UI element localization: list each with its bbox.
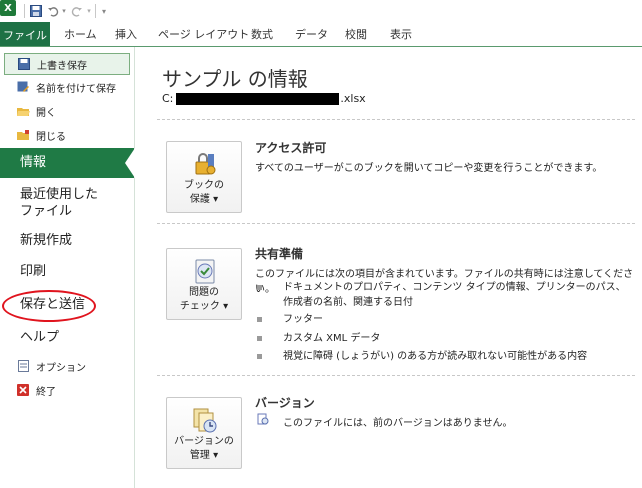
open-label: 開く (36, 107, 56, 119)
protect-workbook-label: ブックの 保護 ▾ (167, 179, 241, 207)
excel-logo-icon[interactable]: X (0, 0, 16, 16)
versions-title: バージョン (255, 396, 315, 410)
list-item-text: ドキュメントのプロパティ、コンテンツ タイプの情報、プリンターのパス、作成者の名… (283, 282, 626, 308)
save-as-icon (16, 80, 30, 94)
open-command[interactable]: 開く (4, 101, 128, 121)
backstage-nav: 上書き保存 名前を付けて保存 開く 閉じる 情報 最近使用した ファイル 新規作… (0, 47, 135, 488)
nav-recent-line2: ファイル (20, 204, 73, 219)
tab-formulas[interactable]: 数式 (251, 26, 273, 44)
tab-data[interactable]: データ (295, 26, 328, 44)
manage-versions-button[interactable]: バージョンの 管理 ▾ (166, 397, 242, 469)
file-path: C: .xlsx (162, 92, 366, 105)
open-folder-icon (16, 104, 30, 118)
redo-icon[interactable] (70, 3, 84, 19)
exit-label: 終了 (36, 386, 56, 398)
save-icon (17, 57, 31, 71)
permissions-title: アクセス許可 (255, 141, 327, 155)
options-command[interactable]: オプション (4, 356, 128, 376)
bullet-square (257, 354, 262, 359)
nav-recent-line1: 最近使用した (20, 187, 99, 202)
nav-print[interactable]: 印刷 (0, 263, 134, 281)
check-issues-label: 問題の チェック ▾ (167, 286, 241, 314)
section-divider (157, 223, 635, 224)
versions-label-line2: 管理 ▾ (189, 450, 219, 461)
tab-home[interactable]: ホーム (64, 26, 97, 44)
close-command[interactable]: 閉じる (4, 125, 128, 145)
list-item: 視覚に障碍 (しょうがい) のある方が読み取れない可能性がある内容 (257, 349, 627, 364)
check-label-line1: 問題の (189, 287, 219, 298)
close-label: 閉じる (36, 131, 66, 143)
lock-keys-icon (191, 150, 219, 178)
save-as-command[interactable]: 名前を付けて保存 (4, 77, 128, 97)
list-item-text: 視覚に障碍 (しょうがい) のある方が読み取れない可能性がある内容 (283, 351, 588, 362)
page-title: サンプル の情報 (162, 67, 308, 91)
section-divider (157, 375, 635, 376)
tab-review[interactable]: 校閲 (345, 26, 367, 44)
tab-insert[interactable]: 挿入 (115, 26, 137, 44)
nav-info-label: 情報 (20, 155, 47, 170)
bullet-square (257, 336, 262, 341)
bullet-square (257, 317, 262, 322)
ribbon-tabs: ホーム 挿入 ページ レイアウト 数式 データ 校閲 表示 (0, 22, 642, 47)
versions-desc: このファイルには、前のバージョンはありません。 (283, 418, 513, 429)
toolbar-separator (24, 4, 25, 18)
protect-label-line2: 保護 ▾ (189, 194, 219, 205)
customize-toolbar-icon[interactable]: ▾ (99, 3, 109, 19)
tab-view[interactable]: 表示 (390, 26, 412, 44)
protect-workbook-button[interactable]: ブックの 保護 ▾ (166, 141, 242, 213)
list-item: カスタム XML データ (257, 331, 627, 346)
save-as-label: 名前を付けて保存 (36, 83, 116, 95)
list-item-text: カスタム XML データ (283, 333, 381, 344)
versions-label-line1: バージョンの (174, 436, 234, 447)
save-command-label: 上書き保存 (37, 60, 87, 72)
tab-file[interactable]: ファイル (0, 22, 50, 47)
save-icon[interactable] (29, 3, 43, 19)
quick-access-toolbar: X ▾ ▾ ▾ (0, 0, 642, 22)
close-folder-icon (16, 128, 30, 142)
options-label: オプション (36, 362, 86, 374)
undo-dropdown-icon[interactable]: ▾ (60, 3, 68, 19)
prepare-title: 共有準備 (255, 247, 304, 261)
nav-info[interactable]: 情報 (0, 148, 135, 178)
section-divider (157, 119, 635, 120)
protect-label-line1: ブックの (184, 180, 224, 191)
manage-versions-label: バージョンの 管理 ▾ (167, 435, 241, 463)
file-path-suffix: .xlsx (340, 92, 366, 105)
redo-dropdown-icon[interactable]: ▾ (85, 3, 93, 19)
exit-icon (16, 383, 30, 397)
version-doc-icon (257, 413, 269, 425)
options-icon (16, 359, 30, 373)
redacted-bar (176, 92, 340, 105)
tab-page-layout[interactable]: ページ レイアウト (158, 26, 249, 44)
versions-icon (191, 406, 219, 434)
list-item: フッター (257, 312, 627, 327)
exit-command[interactable]: 終了 (4, 380, 128, 400)
nav-new[interactable]: 新規作成 (0, 232, 134, 250)
info-panel: サンプル の情報 C: .xlsx ブックの 保護 ▾ アクセス許可 すべてのユ… (135, 47, 642, 488)
highlight-circle (2, 290, 96, 322)
save-command[interactable]: 上書き保存 (4, 53, 130, 75)
toolbar-separator (95, 4, 96, 18)
check-label-line2: チェック ▾ (179, 301, 229, 312)
list-item: ドキュメントのプロパティ、コンテンツ タイプの情報、プリンターのパス、作成者の名… (257, 280, 627, 310)
check-issues-button[interactable]: 問題の チェック ▾ (166, 248, 242, 320)
nav-help[interactable]: ヘルプ (0, 329, 134, 347)
file-path-prefix: C: (162, 92, 174, 105)
list-item-text: フッター (283, 314, 323, 325)
checklist-icon (191, 257, 219, 285)
bullet-square (257, 285, 262, 290)
nav-recent[interactable]: 最近使用した ファイル (0, 186, 134, 220)
permissions-desc: すべてのユーザーがこのブックを開いてコピーや変更を行うことができます。 (255, 163, 603, 174)
undo-icon[interactable] (46, 3, 60, 19)
